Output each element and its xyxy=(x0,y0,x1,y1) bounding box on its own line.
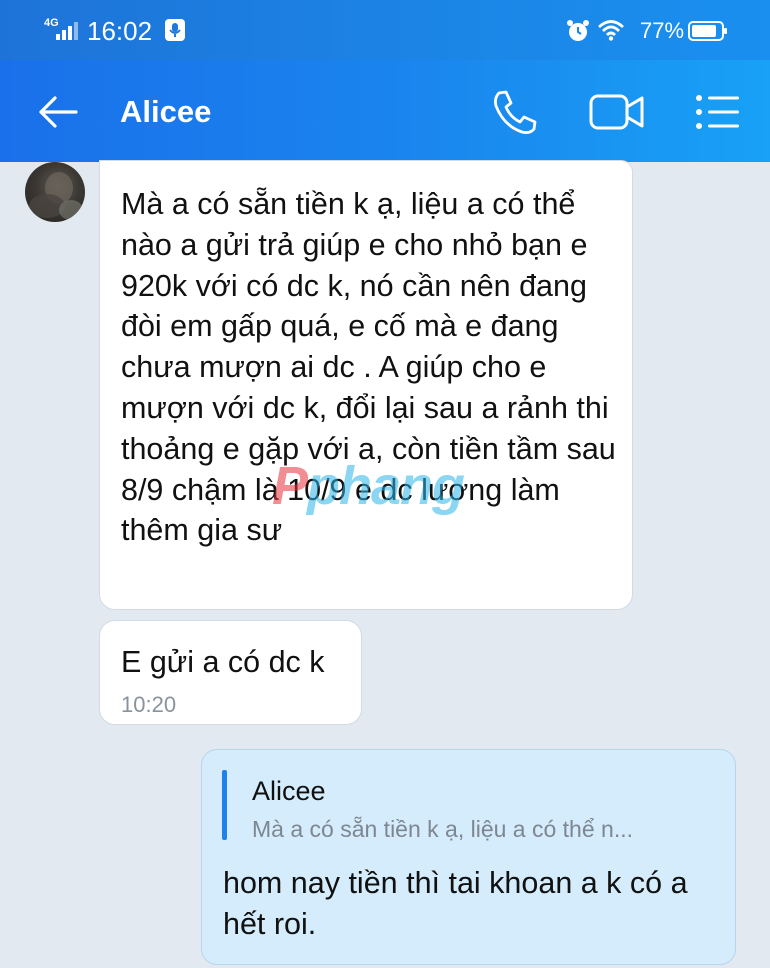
quote-bar xyxy=(222,770,227,840)
back-arrow-icon xyxy=(39,96,78,128)
voice-call-button[interactable] xyxy=(490,88,540,136)
status-time: 16:02 xyxy=(87,16,153,46)
message-timestamp: 10:20 xyxy=(121,692,177,717)
back-button[interactable] xyxy=(36,90,80,134)
video-call-button[interactable] xyxy=(588,90,646,134)
message-bubble-outgoing[interactable]: Alicee Mà a có sẵn tiền k ạ, liệu a có t… xyxy=(201,749,736,965)
message-bubble-incoming[interactable]: E gửi a có dc k 10:20 xyxy=(99,620,362,725)
menu-list-icon xyxy=(696,95,739,129)
menu-button[interactable] xyxy=(694,92,742,132)
signal-icon xyxy=(56,22,78,40)
message-bubble-incoming[interactable]: Mà a có sẵn tiền k ạ, liệu a có thể nào … xyxy=(99,160,633,610)
message-text: Mà a có sẵn tiền k ạ, liệu a có thể nào … xyxy=(121,187,616,548)
wifi-icon xyxy=(597,19,625,41)
quoted-message-text[interactable]: Mà a có sẵn tiền k ạ, liệu a có thể n... xyxy=(252,816,633,843)
battery-percent: 77% xyxy=(640,18,685,43)
quoted-sender-name[interactable]: Alicee xyxy=(252,776,326,807)
status-bar: 4G 16:02 77% xyxy=(0,0,770,60)
message-text: hom nay tiền thì tai khoan a k có a hết … xyxy=(223,866,688,941)
battery-icon xyxy=(688,20,728,42)
message-text: E gửi a có dc k xyxy=(121,645,325,679)
chat-header: Alicee xyxy=(0,60,770,162)
alarm-icon xyxy=(566,19,590,43)
phone-icon xyxy=(494,90,537,134)
mic-icon xyxy=(164,18,186,42)
avatar[interactable] xyxy=(25,162,85,222)
contact-name[interactable]: Alicee xyxy=(120,94,211,130)
video-camera-icon xyxy=(589,94,644,130)
